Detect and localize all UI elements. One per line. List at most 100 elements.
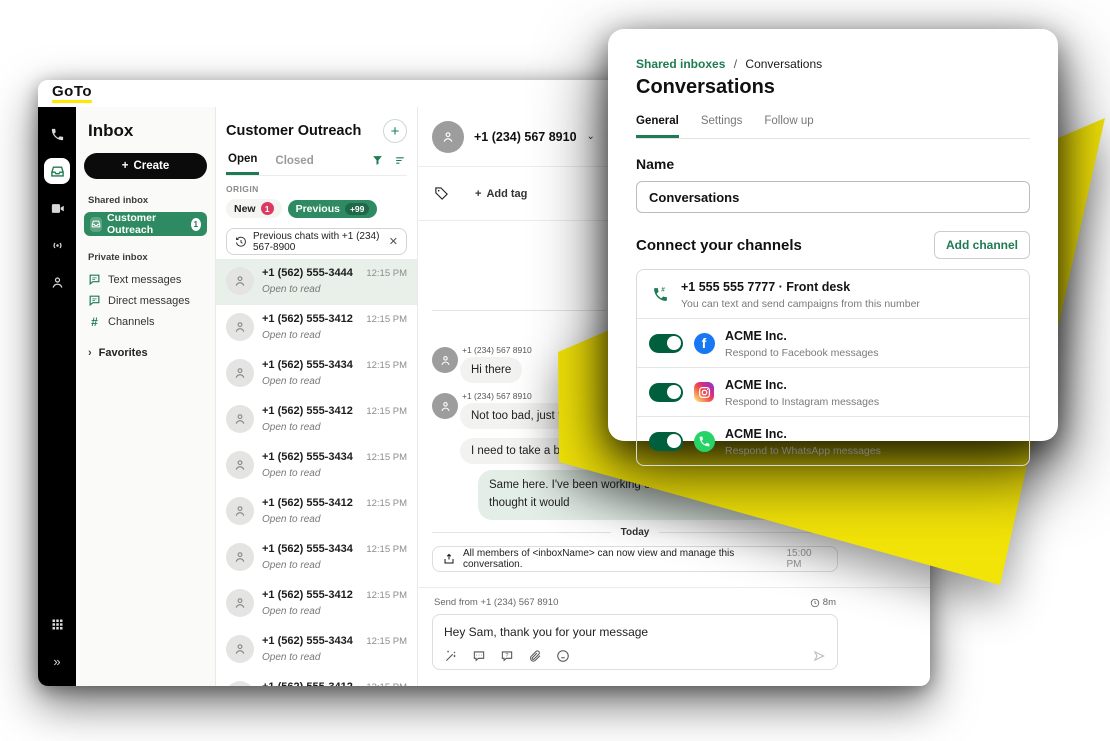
- person-icon: [226, 451, 254, 479]
- tab-open[interactable]: Open: [226, 153, 259, 175]
- list-title: Customer Outreach: [226, 123, 361, 139]
- message-input-box[interactable]: ?: [432, 614, 838, 670]
- tab-general[interactable]: General: [636, 115, 679, 138]
- person-icon: [226, 405, 254, 433]
- magic-wand-icon[interactable]: [444, 649, 458, 663]
- instagram-icon: [694, 382, 714, 402]
- compose-area: Send from +1 (234) 567 8910 8m ?: [418, 587, 930, 686]
- chevron-down-icon[interactable]: ⌄: [587, 131, 595, 142]
- shared-inbox-label: Shared inbox: [88, 195, 203, 206]
- list-item[interactable]: +1 (562) 555-341212:15 PMOpen to read: [216, 397, 417, 443]
- phone-hash-icon: #: [649, 286, 671, 303]
- message-input[interactable]: [444, 625, 826, 639]
- tab-closed[interactable]: Closed: [273, 155, 315, 174]
- whatsapp-toggle[interactable]: [649, 432, 683, 451]
- plus-icon: +: [122, 160, 129, 172]
- timer-clock-icon: [810, 598, 820, 608]
- paperclip-icon[interactable]: [528, 649, 542, 663]
- unread-badge: 1: [191, 218, 201, 231]
- person-icon: [226, 313, 254, 341]
- list-item[interactable]: +1 (562) 555-341212:15 PMOpen to read: [216, 489, 417, 535]
- conversation-list-column: Customer Outreach + Open Closed ORIGIN: [216, 107, 418, 686]
- list-item[interactable]: +1 (562) 555-344412:15 PMOpen to read: [216, 259, 417, 305]
- contact-name[interactable]: +1 (234) 567 8910: [474, 130, 577, 144]
- person-icon: [226, 681, 254, 686]
- channels-heading: Connect your channels: [636, 237, 802, 254]
- sidebar-item-direct-messages[interactable]: Direct messages: [84, 290, 207, 311]
- chip-previous[interactable]: Previous +99: [288, 200, 378, 218]
- inbox-name-input[interactable]: [636, 181, 1030, 213]
- outgoing-message: Same here. I've been working on this pro…: [478, 470, 838, 520]
- video-icon[interactable]: [44, 195, 70, 221]
- person-icon: [226, 497, 254, 525]
- channel-row-facebook: f ACME Inc. Respond to Facebook messages: [637, 318, 1029, 367]
- agent-icon[interactable]: [44, 269, 70, 295]
- breadcrumb: Shared inboxes / Conversations: [636, 57, 1030, 71]
- chat-icon: [88, 273, 101, 286]
- incoming-message: Hi there: [460, 357, 522, 383]
- saved-replies-icon[interactable]: [472, 649, 486, 663]
- whatsapp-icon: [694, 431, 715, 452]
- apps-grid-icon[interactable]: [44, 611, 70, 637]
- chevron-right-icon: ›: [88, 347, 92, 359]
- inbox-settings-card: Shared inboxes / Conversations Conversat…: [608, 29, 1058, 441]
- private-inbox-label: Private inbox: [88, 252, 203, 263]
- sidebar-item-channels[interactable]: # Channels: [84, 311, 207, 333]
- sidebar-item-favorites[interactable]: › Favorites: [88, 347, 203, 359]
- origin-label: ORIGIN: [226, 184, 407, 194]
- tag-icon[interactable]: [434, 186, 449, 201]
- broadcast-icon[interactable]: [44, 232, 70, 258]
- conversation-list: +1 (562) 555-344412:15 PMOpen to read +1…: [216, 259, 417, 686]
- incoming-message: Not too bad, just trying to: [460, 403, 610, 429]
- list-item[interactable]: +1 (562) 555-343412:15 PMOpen to read: [216, 535, 417, 581]
- send-icon[interactable]: [812, 649, 826, 663]
- left-rail: »: [38, 107, 76, 686]
- sender-label: +1 (234) 567 8910: [462, 345, 532, 355]
- new-count-badge: 1: [261, 202, 274, 215]
- tab-settings[interactable]: Settings: [701, 115, 743, 138]
- instagram-toggle[interactable]: [649, 383, 683, 402]
- sidebar-item-customer-outreach[interactable]: Customer Outreach 1: [84, 212, 207, 236]
- facebook-toggle[interactable]: [649, 334, 683, 353]
- date-divider: Today: [432, 527, 838, 538]
- history-clock-icon: [235, 236, 247, 248]
- create-button[interactable]: + Create: [84, 153, 207, 179]
- page-title: Conversations: [636, 76, 1030, 99]
- phone-icon[interactable]: [44, 121, 70, 147]
- breadcrumb-shared-inboxes[interactable]: Shared inboxes: [636, 57, 725, 71]
- list-item[interactable]: +1 (562) 555-341212:15 PMOpen to read: [216, 581, 417, 627]
- goto-logo: GoTo: [52, 84, 92, 104]
- list-item[interactable]: +1 (562) 555-343412:15 PMOpen to read: [216, 351, 417, 397]
- help-bubble-icon[interactable]: ?: [500, 649, 514, 663]
- sort-icon[interactable]: [394, 154, 407, 167]
- person-icon: [432, 393, 458, 419]
- expand-icon[interactable]: »: [44, 648, 70, 674]
- list-item[interactable]: +1 (562) 555-341212:15 PMOpen to read: [216, 305, 417, 351]
- person-icon: [226, 267, 254, 295]
- list-item[interactable]: +1 (562) 555-343412:15 PMOpen to read: [216, 443, 417, 489]
- add-tag-button[interactable]: + Add tag: [475, 188, 527, 200]
- system-message: All members of <inboxName> can now view …: [432, 546, 838, 572]
- plus-icon: +: [475, 188, 481, 200]
- applied-filter-pill[interactable]: Previous chats with +1 (234) 567-8900 ✕: [226, 228, 407, 255]
- svg-text:#: #: [661, 286, 665, 293]
- person-icon: [432, 347, 458, 373]
- sender-label: +1 (234) 567 8910: [462, 391, 532, 401]
- phone-channel-row: # +1 555 555 7777 · Front desk You can t…: [637, 270, 1029, 318]
- previous-count-badge: +99: [345, 203, 369, 215]
- tab-follow-up[interactable]: Follow up: [764, 115, 813, 138]
- close-icon[interactable]: ✕: [389, 235, 398, 248]
- list-item[interactable]: +1 (562) 555-343412:15 PMOpen to read: [216, 627, 417, 673]
- new-conversation-button[interactable]: +: [383, 119, 407, 143]
- system-message-time: 15:00 PM: [787, 548, 828, 570]
- inbox-icon[interactable]: [44, 158, 70, 184]
- chip-new[interactable]: New 1: [226, 199, 282, 218]
- person-icon: [432, 121, 464, 153]
- sidebar-item-text-messages[interactable]: Text messages: [84, 269, 207, 290]
- page-canvas: GoTo: [0, 0, 1110, 741]
- emoji-icon[interactable]: [556, 649, 570, 663]
- list-item[interactable]: +1 (562) 555-341212:15 PMOpen to read: [216, 673, 417, 686]
- person-icon: [226, 589, 254, 617]
- filter-icon[interactable]: [371, 154, 384, 167]
- add-channel-button[interactable]: Add channel: [934, 231, 1030, 259]
